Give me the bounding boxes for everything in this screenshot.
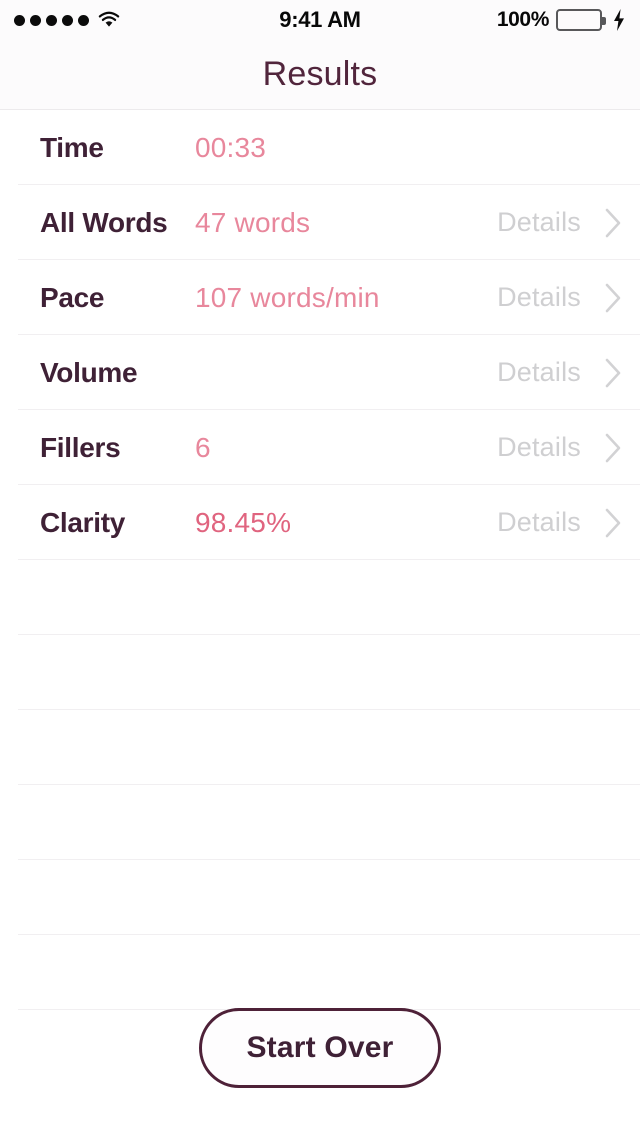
row-value: 00:33 — [195, 131, 267, 163]
row-label: All Words — [40, 206, 168, 238]
row-label: Clarity — [40, 506, 126, 538]
table-row[interactable]: Clarity 98.45% Details — [0, 485, 640, 560]
status-bar-left — [14, 11, 121, 29]
table-row[interactable]: All Words 47 words Details — [0, 185, 640, 260]
wifi-icon — [97, 11, 121, 29]
row-value: 47 words — [195, 206, 311, 238]
details-label: Details — [497, 282, 581, 312]
row-details-control[interactable]: Details — [497, 357, 622, 388]
row-value: 6 — [195, 431, 211, 463]
row-details-control[interactable]: Details — [497, 507, 622, 538]
chevron-right-icon — [605, 358, 622, 388]
battery-icon — [556, 9, 606, 31]
row-label: Time — [40, 131, 104, 163]
results-table: Time 00:33 All Words 47 words Details Pace 107… — [0, 110, 640, 1010]
table-row: Time 00:33 — [0, 110, 640, 185]
chevron-right-icon — [605, 283, 622, 313]
signal-strength-icon — [14, 14, 89, 26]
row-label: Pace — [40, 281, 105, 313]
table-row[interactable]: Volume Details — [0, 335, 640, 410]
table-row-empty — [0, 935, 640, 1010]
table-row-empty — [0, 635, 640, 710]
status-bar-right: 100% — [497, 8, 626, 32]
chevron-right-icon — [605, 208, 622, 238]
chevron-right-icon — [605, 508, 622, 538]
table-row[interactable]: Pace 107 words/min Details — [0, 260, 640, 335]
table-row-empty — [0, 860, 640, 935]
row-value: 98.45% — [195, 506, 292, 538]
footer: Start Over — [0, 1008, 640, 1088]
start-over-button[interactable]: Start Over — [199, 1008, 441, 1088]
table-row[interactable]: Fillers 6 Details — [0, 410, 640, 485]
details-label: Details — [497, 357, 581, 387]
row-value: 107 words/min — [195, 281, 380, 313]
navigation-bar: Results — [0, 40, 640, 110]
page-title: Results — [262, 55, 378, 93]
details-label: Details — [497, 207, 581, 237]
status-bar: 9:41 AM 100% — [0, 0, 640, 40]
row-details-control[interactable]: Details — [497, 282, 622, 313]
chevron-right-icon — [605, 433, 622, 463]
row-label: Volume — [40, 356, 138, 388]
battery-percent-label: 100% — [496, 8, 550, 31]
table-row-empty — [0, 785, 640, 860]
table-row-empty — [0, 710, 640, 785]
details-label: Details — [497, 507, 581, 537]
row-label: Fillers — [40, 431, 121, 463]
details-label: Details — [497, 432, 581, 462]
row-details-control[interactable]: Details — [497, 432, 622, 463]
lightning-bolt-icon — [609, 9, 626, 31]
row-details-control[interactable]: Details — [497, 207, 622, 238]
table-row-empty — [0, 560, 640, 635]
